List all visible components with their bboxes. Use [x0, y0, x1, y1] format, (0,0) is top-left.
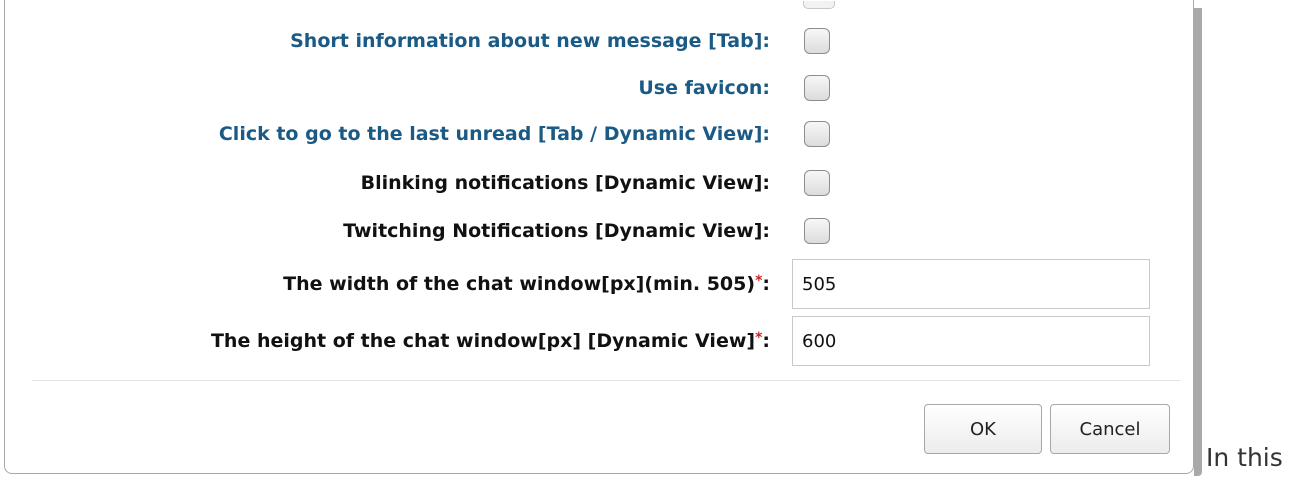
label-colon: : [762, 330, 770, 352]
blinking-notifications-checkbox[interactable] [804, 170, 830, 196]
footer-divider [32, 380, 1180, 381]
setting-label: Twitching Notifications [Dynamic View]: [343, 220, 770, 242]
partial-checkbox[interactable] [803, 1, 835, 9]
chat-width-input[interactable] [792, 259, 1150, 309]
setting-row-height: The height of the chat window[px] [Dynam… [0, 316, 1190, 366]
width-field-label: The width of the chat window[px](min. 50… [283, 273, 770, 295]
cancel-button[interactable]: Cancel [1050, 404, 1170, 454]
page: Short information about new message [Tab… [0, 0, 1302, 480]
setting-label: Use favicon: [638, 77, 770, 99]
setting-row-short-info: Short information about new message [Tab… [0, 21, 1190, 61]
ok-button[interactable]: OK [924, 404, 1042, 454]
twitching-notifications-checkbox[interactable] [804, 218, 830, 244]
trailing-text: In this [1206, 443, 1283, 472]
label-colon: : [762, 273, 770, 295]
short-info-checkbox[interactable] [804, 28, 830, 54]
use-favicon-checkbox[interactable] [804, 75, 830, 101]
setting-row-width: The width of the chat window[px](min. 50… [0, 259, 1190, 309]
setting-row-blinking: Blinking notifications [Dynamic View]: [0, 163, 1190, 203]
setting-label: Short information about new message [Tab… [290, 30, 770, 52]
setting-row-favicon: Use favicon: [0, 68, 1190, 108]
setting-label: Click to go to the last unread [Tab / Dy… [218, 123, 770, 145]
width-label-text: The width of the chat window[px](min. 50… [283, 273, 756, 295]
setting-row-twitching: Twitching Notifications [Dynamic View]: [0, 211, 1190, 251]
setting-label: Blinking notifications [Dynamic View]: [360, 172, 770, 194]
height-field-label: The height of the chat window[px] [Dynam… [211, 330, 770, 352]
last-unread-checkbox[interactable] [804, 121, 830, 147]
chat-height-input[interactable] [792, 316, 1150, 366]
height-label-text: The height of the chat window[px] [Dynam… [210, 330, 756, 352]
setting-row-last-unread: Click to go to the last unread [Tab / Dy… [0, 114, 1190, 154]
dialog-shadow [1194, 8, 1202, 476]
